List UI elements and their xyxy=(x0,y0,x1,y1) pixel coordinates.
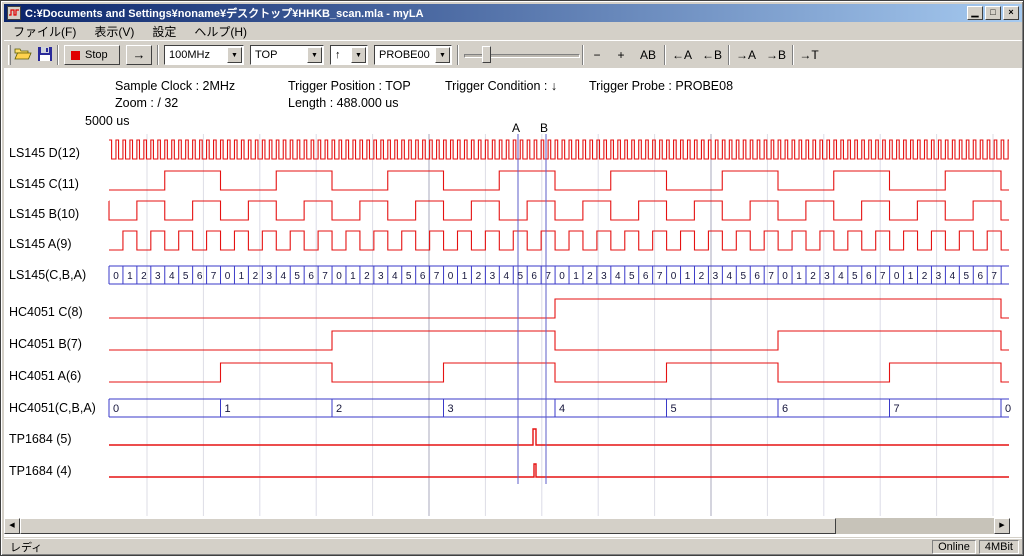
scroll-right-button[interactable]: ▶ xyxy=(994,518,1010,534)
toolbar-separator xyxy=(582,45,584,65)
minimize-button[interactable]: ▁ xyxy=(967,6,983,20)
toolbar-grip[interactable] xyxy=(8,45,11,65)
status-ready: レディ xyxy=(10,539,932,555)
save-button[interactable] xyxy=(34,44,56,66)
cursor-ab-button[interactable]: AB xyxy=(634,45,662,65)
trigger-probe-info: Trigger Probe : PROBE08 xyxy=(589,79,733,93)
toolbar-separator xyxy=(457,45,459,65)
menu-view[interactable]: 表示(V) xyxy=(85,22,143,41)
status-memory: 4MBit xyxy=(979,540,1019,554)
goto-trigger-button[interactable]: →T xyxy=(796,45,822,65)
trigger-edge-combo[interactable]: ↑ ▼ xyxy=(330,45,368,65)
open-file-button[interactable] xyxy=(12,44,34,66)
zoom-in-button[interactable]: + xyxy=(610,45,632,65)
scroll-left-button[interactable]: ◀ xyxy=(4,518,20,534)
trigger-edge-combo-value: ↑ xyxy=(335,49,341,61)
status-online: Online xyxy=(932,540,976,554)
menu-file[interactable]: ファイル(F) xyxy=(4,22,85,41)
stop-icon xyxy=(71,51,80,60)
close-button[interactable]: × xyxy=(1003,6,1019,20)
stop-button-label: Stop xyxy=(85,49,108,61)
chevron-down-icon[interactable]: ▼ xyxy=(435,47,450,63)
toolbar: Stop → 100MHz ▼ TOP ▼ ↑ ▼ PROBE00 ▼ − + … xyxy=(4,40,1022,68)
zoom-slider-thumb[interactable] xyxy=(482,46,491,63)
length-info: Length : 488.000 us xyxy=(288,96,399,110)
statusbar: レディ Online 4MBit xyxy=(4,538,1022,554)
floppy-icon xyxy=(37,46,53,62)
toolbar-separator xyxy=(728,45,730,65)
chevron-down-icon[interactable]: ▼ xyxy=(307,47,322,63)
waveform-display-area[interactable] xyxy=(4,68,1022,537)
toolbar-separator xyxy=(664,45,666,65)
menu-help[interactable]: ヘルプ(H) xyxy=(185,22,256,41)
goto-cursor-a-left-button[interactable]: ←A xyxy=(668,45,696,65)
run-button[interactable]: → xyxy=(126,45,152,65)
probe-combo-value: PROBE00 xyxy=(379,49,430,61)
chevron-down-icon[interactable]: ▼ xyxy=(351,47,366,63)
zoom-out-button[interactable]: − xyxy=(586,45,608,65)
chevron-down-icon[interactable]: ▼ xyxy=(227,47,242,63)
open-folder-icon xyxy=(14,46,32,62)
trigger-position-info: Trigger Position : TOP xyxy=(288,79,411,93)
maximize-button[interactable]: □ xyxy=(985,6,1001,20)
sample-clock-combo-value: 100MHz xyxy=(169,49,210,61)
app-window: C:¥Documents and Settings¥noname¥デスクトップ¥… xyxy=(0,0,1024,556)
trigger-position-combo[interactable]: TOP ▼ xyxy=(250,45,324,65)
menubar: ファイル(F) 表示(V) 設定 ヘルプ(H) xyxy=(4,22,1022,40)
stop-button[interactable]: Stop xyxy=(64,45,120,65)
scrollbar-thumb[interactable] xyxy=(20,518,836,534)
zoom-info: Zoom : / 32 xyxy=(115,96,178,110)
probe-combo[interactable]: PROBE00 ▼ xyxy=(374,45,452,65)
toolbar-separator xyxy=(157,45,159,65)
goto-cursor-b-left-button[interactable]: ←B xyxy=(698,45,726,65)
goto-cursor-b-right-button[interactable]: →B xyxy=(762,45,790,65)
window-controls: ▁ □ × xyxy=(967,6,1019,20)
sample-clock-combo[interactable]: 100MHz ▼ xyxy=(164,45,244,65)
toolbar-separator xyxy=(792,45,794,65)
time-scale-label: 5000 us xyxy=(85,114,129,128)
toolbar-separator xyxy=(57,45,59,65)
window-title: C:¥Documents and Settings¥noname¥デスクトップ¥… xyxy=(25,5,967,21)
trigger-condition-info: Trigger Condition : ↓ xyxy=(445,79,557,93)
menu-settings[interactable]: 設定 xyxy=(143,22,185,41)
sample-clock-info: Sample Clock : 2MHz xyxy=(115,79,235,93)
goto-cursor-a-right-button[interactable]: →A xyxy=(732,45,760,65)
horizontal-scrollbar[interactable]: ◀ ▶ xyxy=(4,518,1010,534)
titlebar: C:¥Documents and Settings¥noname¥デスクトップ¥… xyxy=(4,4,1022,22)
app-icon xyxy=(7,6,21,20)
trigger-position-combo-value: TOP xyxy=(255,49,277,61)
